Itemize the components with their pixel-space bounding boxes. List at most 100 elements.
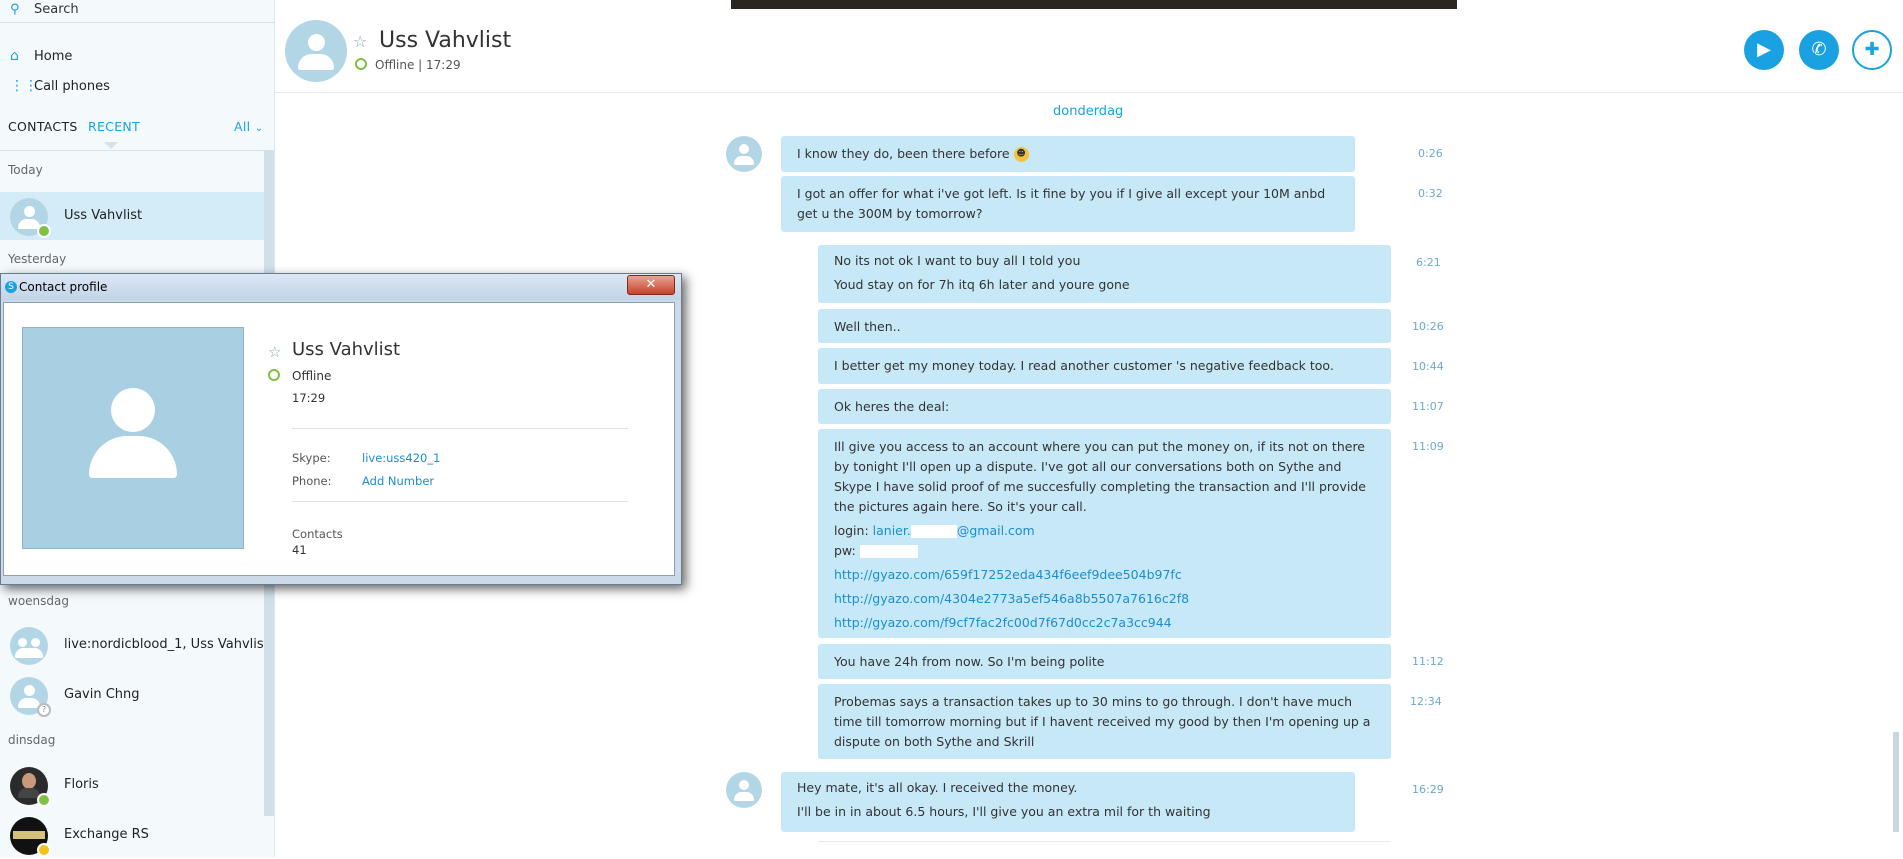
contact-name: Gavin Chng xyxy=(64,687,140,702)
filter-dropdown[interactable]: All ⌄ xyxy=(234,119,263,134)
message-time: 12:34 xyxy=(1410,695,1442,708)
contact-name: Exchange RS xyxy=(64,827,149,842)
sender-avatar[interactable] xyxy=(726,136,762,172)
message-bubble[interactable]: Probemas says a transaction takes up to … xyxy=(818,684,1391,759)
close-button[interactable]: ✕ xyxy=(627,275,675,295)
offline-status-icon xyxy=(355,58,367,70)
recent-item-floris[interactable]: Floris xyxy=(0,761,264,809)
phone-icon: ✆ xyxy=(1811,39,1827,60)
nav-call-phones-label: Call phones xyxy=(34,79,110,94)
message-text: Hey mate, it's all okay. I received the … xyxy=(797,780,1078,795)
message-text: Ill give you access to an account where … xyxy=(834,439,1366,514)
skype-label: Skype: xyxy=(292,451,331,465)
profile-status: Offline xyxy=(268,369,331,383)
skype-id-link[interactable]: live:uss420_1 xyxy=(362,451,440,465)
message-time: 11:12 xyxy=(1412,655,1444,668)
message-text: I got an offer for what i've got left. I… xyxy=(797,186,1326,221)
contact-status: Offline | 17:29 xyxy=(355,58,461,72)
message-text: No its not ok I want to buy all I told y… xyxy=(834,253,1081,268)
profile-name: Uss Vahvlist xyxy=(292,339,401,360)
message-bubble[interactable]: I know they do, been there before ☻ xyxy=(781,136,1355,172)
conversation-title[interactable]: Uss Vahvlist xyxy=(379,28,511,53)
email-link[interactable]: lanier. @gmail.com xyxy=(873,523,1035,538)
search-box[interactable]: ⚲ Search xyxy=(0,0,274,23)
add-person-icon: ✚ xyxy=(1864,39,1880,60)
message-bubble[interactable]: I better get my money today. I read anot… xyxy=(818,348,1391,384)
divider xyxy=(292,428,628,429)
tab-recent[interactable]: RECENT xyxy=(88,119,140,134)
online-status-icon xyxy=(37,224,51,238)
window-titlebar[interactable]: S Contact profile ✕ xyxy=(1,274,681,300)
contacts-label: Contacts xyxy=(292,527,343,541)
chat-scrollbar[interactable] xyxy=(1890,92,1903,857)
message-text: I'll be in in about 6.5 hours, I'll give… xyxy=(797,804,1211,819)
online-status-icon xyxy=(37,793,51,807)
divider xyxy=(292,501,628,502)
password-line: pw: xyxy=(834,541,1375,561)
message-time: 16:29 xyxy=(1412,783,1444,796)
status-text: Offline | 17:29 xyxy=(375,58,461,72)
offline-status-icon xyxy=(268,369,280,381)
message-bubble[interactable]: I got an offer for what i've got left. I… xyxy=(781,176,1355,232)
contact-name: live:nordicblood_1, Uss Vahvlist xyxy=(64,637,269,652)
link[interactable]: http://gyazo.com/659f17252eda434f6eef9de… xyxy=(834,567,1182,582)
tab-contacts[interactable]: CONTACTS xyxy=(8,119,78,134)
scrollbar-thumb[interactable] xyxy=(1893,732,1899,832)
contact-avatar[interactable] xyxy=(285,20,347,82)
message-bubble[interactable]: Well then.. xyxy=(818,309,1391,343)
profile-picture xyxy=(22,327,244,549)
contact-profile-window: S Contact profile ✕ ☆ Uss Vahvlist Offli… xyxy=(0,273,682,585)
message-text: You have 24h from now. So I'm being poli… xyxy=(834,654,1105,669)
close-icon: ✕ xyxy=(645,277,657,292)
message-text: Youd stay on for 7h itq 6h later and you… xyxy=(834,277,1130,292)
divider xyxy=(818,841,1391,842)
contact-tabs: CONTACTS RECENT All ⌄ xyxy=(0,114,274,151)
login-label: login: xyxy=(834,523,873,538)
message-bubble[interactable]: Hey mate, it's all okay. I received the … xyxy=(781,772,1355,832)
message-text: I better get my money today. I read anot… xyxy=(834,358,1334,373)
audio-call-button[interactable]: ✆ xyxy=(1799,30,1839,70)
skype-app-icon: S xyxy=(5,281,17,293)
link[interactable]: http://gyazo.com/f9cf7fac2fc00d7f67d0cc2… xyxy=(834,615,1172,630)
group-avatar xyxy=(10,627,48,665)
message-text: Well then.. xyxy=(834,319,901,334)
recent-item-group-chat[interactable]: live:nordicblood_1, Uss Vahvlist xyxy=(0,621,269,669)
chevron-down-icon: ⌄ xyxy=(254,123,264,134)
message-bubble[interactable]: Ill give you access to an account where … xyxy=(818,429,1391,638)
message-text: Probemas says a transaction takes up to … xyxy=(834,694,1371,749)
recent-item-exchange-rs[interactable]: Exchange RS xyxy=(0,811,264,859)
favorite-star-icon[interactable]: ☆ xyxy=(268,343,281,361)
link[interactable]: http://gyazo.com/4304e2773a5ef546a8b5507… xyxy=(834,591,1189,606)
contacts-count: 41 xyxy=(292,543,307,557)
add-people-button[interactable]: ✚ xyxy=(1852,30,1892,70)
filter-label: All xyxy=(234,119,251,134)
sender-avatar[interactable] xyxy=(726,772,762,808)
video-camera-icon: ▶ xyxy=(1757,39,1771,60)
day-separator: donderdag xyxy=(1053,104,1124,119)
search-label: Search xyxy=(34,2,79,17)
phone-label: Phone: xyxy=(292,474,332,488)
profile-status-text: Offline xyxy=(292,369,332,383)
message-bubble[interactable]: No its not ok I want to buy all I told y… xyxy=(818,245,1391,303)
unknown-status-icon: ? xyxy=(37,703,51,717)
message-time: 10:26 xyxy=(1412,320,1444,333)
redaction-mask xyxy=(910,525,957,538)
recent-item-gavin-chng[interactable]: ? Gavin Chng xyxy=(0,671,264,719)
favorite-star-icon[interactable]: ☆ xyxy=(353,32,367,51)
video-call-button[interactable]: ▶ xyxy=(1744,30,1784,70)
search-icon: ⚲ xyxy=(10,2,20,17)
away-status-icon xyxy=(37,843,51,857)
recent-item-uss-vahvlist[interactable]: Uss Vahvlist xyxy=(0,192,264,240)
active-tab-indicator xyxy=(104,142,118,150)
message-bubble[interactable]: You have 24h from now. So I'm being poli… xyxy=(818,644,1391,679)
message-time: 0:32 xyxy=(1418,187,1443,200)
section-wednesday: woensdag xyxy=(8,594,69,608)
message-bubble[interactable]: Ok heres the deal: xyxy=(818,389,1391,424)
nav-home[interactable]: ⌂ Home xyxy=(0,44,274,70)
window-title: Contact profile xyxy=(19,280,108,294)
contact-name: Floris xyxy=(64,777,99,792)
nav-call-phones[interactable]: ⋮⋮ Call phones xyxy=(0,74,274,100)
redaction-mask xyxy=(859,545,918,558)
add-number-link[interactable]: Add Number xyxy=(362,474,434,488)
nav-home-label: Home xyxy=(34,49,73,64)
